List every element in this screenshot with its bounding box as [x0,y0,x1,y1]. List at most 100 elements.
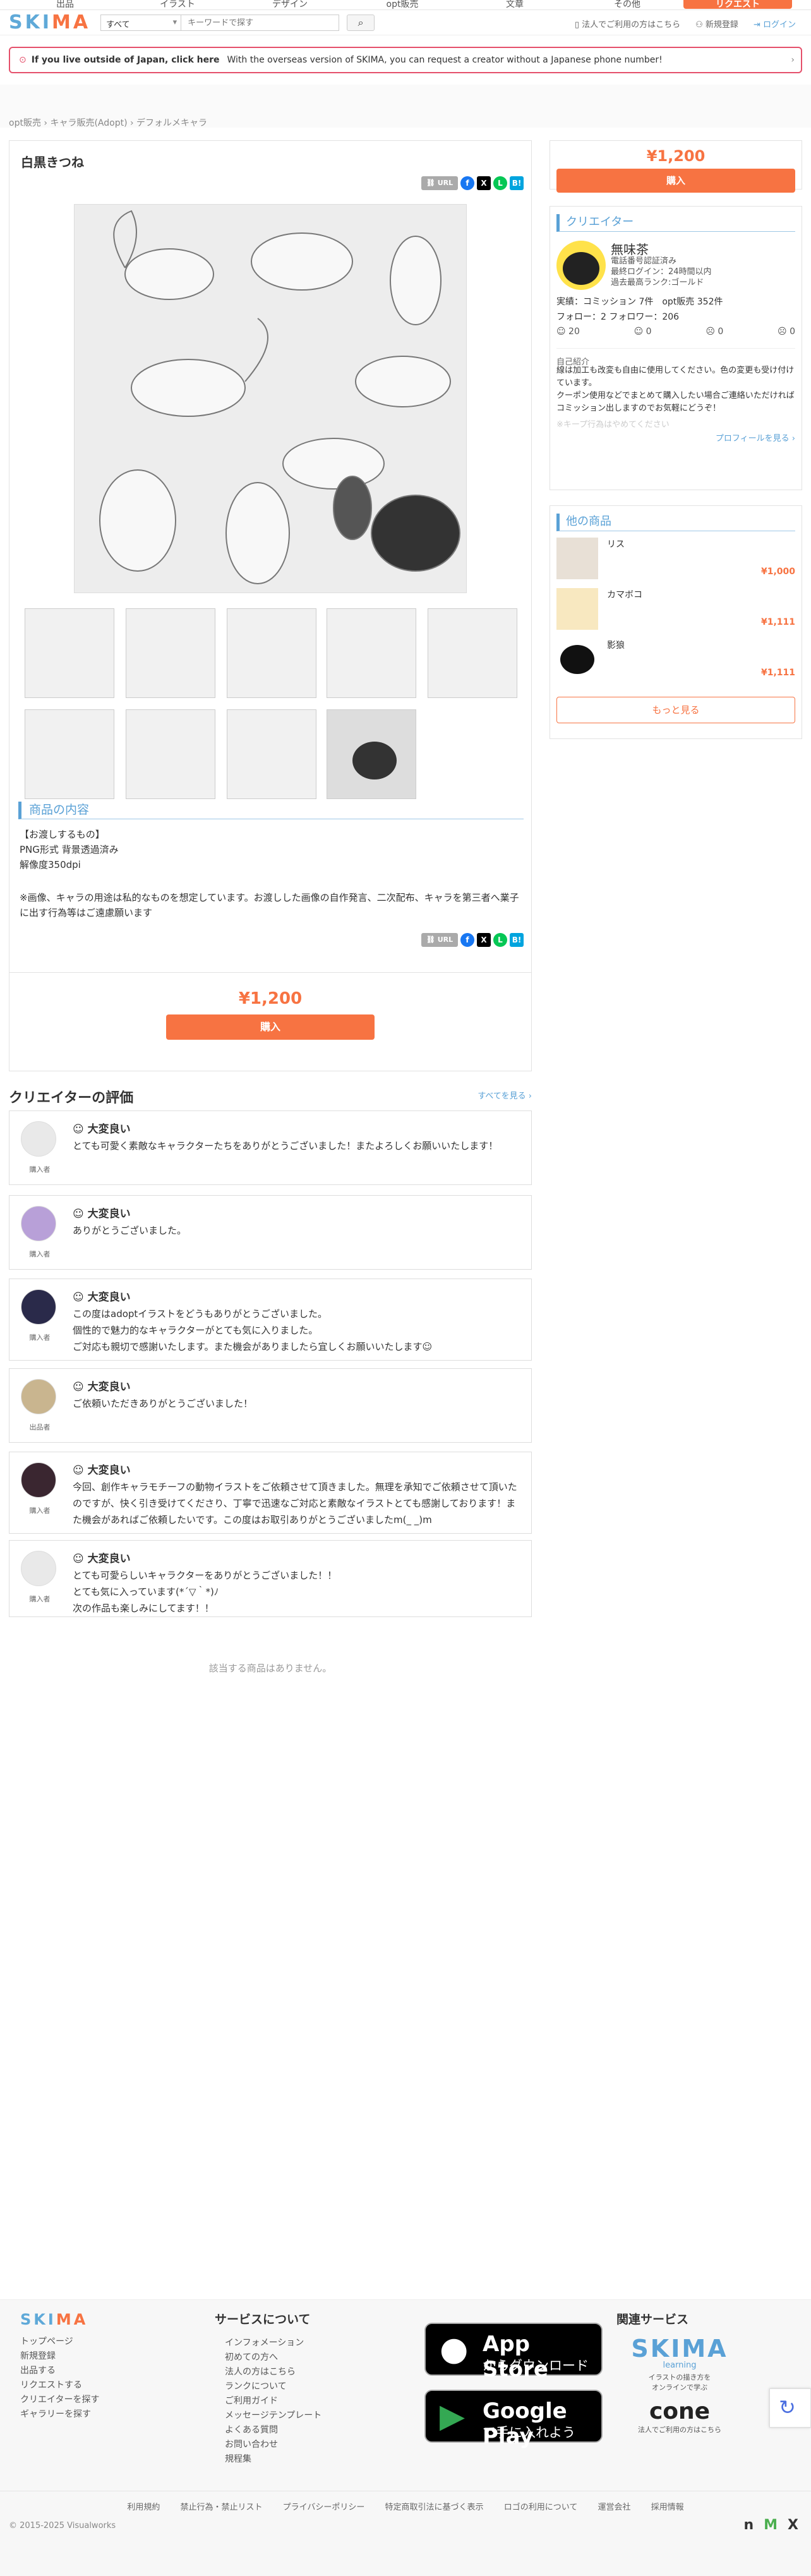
hatena-icon[interactable]: B! [510,176,524,190]
learning-sub: learning [663,2361,697,2370]
nav-item[interactable]: その他 [571,0,683,9]
search-button[interactable]: ⌕ [347,14,375,31]
product-thumbnail [556,588,598,630]
thumbnail[interactable] [126,709,215,799]
reviewer-role: 購入者 [29,1507,51,1515]
login-link[interactable]: ⇥ ログイン [754,18,796,30]
app-store-sub: からダウンロード [483,2358,589,2373]
request-button[interactable]: リクエスト [683,0,792,9]
thumbnail[interactable] [428,608,517,698]
thumbnail[interactable] [126,608,215,698]
thumbnail[interactable] [227,608,316,698]
url-copy-button[interactable]: ⛓ URL [421,933,458,947]
nav-item[interactable]: opt販売 [346,0,459,9]
corporate-link[interactable]: ▯ 法人でご利用の方はこちら [575,18,680,30]
breadcrumb-item[interactable]: キャラ販売(Adopt) [50,118,127,128]
breadcrumb-item[interactable]: opt販売 [9,118,41,128]
more-button[interactable]: もっと見る [556,697,795,723]
overseas-banner[interactable]: ⊙ If you live outside of Japan, click he… [9,47,802,73]
footer-logo[interactable]: SKIMA [20,2312,99,2327]
reviewer-role: 出品者 [29,1423,51,1431]
breadcrumb-item[interactable]: デフォルメキャラ [136,118,207,128]
profile-link[interactable]: プロフィールを見る › [716,431,795,443]
footer-link[interactable]: 利用規約 [127,2503,160,2512]
product-item[interactable]: 影狼 ¥1,111 [556,639,795,683]
footer-link[interactable]: 新規登録 [20,2349,99,2364]
play-icon: ▶ [440,2397,465,2435]
footer-link[interactable]: 禁止行為・禁止リスト [181,2503,263,2512]
reviewer-role: 購入者 [29,1165,51,1174]
x-icon[interactable]: X [477,176,491,190]
footer-link[interactable]: ロゴの利用について [504,2503,578,2512]
creator-avatar[interactable] [556,241,606,290]
banner-link[interactable]: If you live outside of Japan, click here [32,55,220,65]
recaptcha-badge[interactable]: ↻ [769,2388,811,2428]
register-link[interactable]: ⚇ 新規登録 [695,18,738,30]
facebook-icon[interactable]: f [460,933,474,947]
footer-link[interactable]: インフォメーション [225,2336,321,2350]
footer-link[interactable]: ギャラリーを探す [20,2407,99,2422]
google-play-button[interactable]: ▶ Google Play で手に入れよう [424,2390,603,2449]
footer-link[interactable]: お問い合わせ [225,2438,321,2452]
footer-link[interactable]: プライバシーポリシー [283,2503,365,2512]
review-text: とても可愛らしいキャラクターをありがとうございました！！ とても気に入っています… [73,1570,337,1614]
thumbnail[interactable] [25,709,114,799]
search-input[interactable] [181,14,340,31]
product-name: 影狼 [607,641,625,651]
reaction-counts: ☺ 20 ☺ 0 ☹ 0 ☹ 0 [556,327,795,337]
hatena-icon[interactable]: B! [510,933,524,947]
line-icon[interactable]: L [493,933,507,947]
footer-link[interactable]: よくある質問 [225,2423,321,2438]
x-icon[interactable]: X [477,933,491,947]
review-card: 購入者 ☺ 大変良い 今回、創作キャラモチーフの動物イラストをご依頼させて頂きま… [9,1452,532,1534]
category-select[interactable]: すべて [100,14,182,31]
facebook-icon[interactable]: f [460,176,474,190]
product-price: ¥1,111 [760,617,795,627]
thumbnail[interactable] [327,608,416,698]
product-price: ¥1,000 [760,567,795,577]
footer-link[interactable]: トップページ [20,2335,99,2349]
creator-name[interactable]: 無味茶 [611,239,649,258]
footer-col-service: サービスについて インフォメーション 初めての方へ 法人の方はこちら ランクにつ… [215,2313,321,2467]
nav-item[interactable]: 出品 [9,0,121,9]
skima-logo[interactable]: SKIMA [9,11,90,33]
sidebar-buy-button[interactable]: 購入 [556,169,795,193]
avatar [21,1206,56,1241]
main-image[interactable] [74,204,467,593]
footer-link[interactable]: クリエイターを探す [20,2393,99,2407]
buy-button[interactable]: 購入 [166,1014,375,1040]
line-icon[interactable]: L [493,176,507,190]
thumbnail[interactable] [227,709,316,799]
footer-link[interactable]: ランクについて [225,2380,321,2394]
product-item[interactable]: リス ¥1,000 [556,538,795,582]
footer-link[interactable]: 出品する [20,2364,99,2378]
footer-link[interactable]: 規程集 [225,2452,321,2467]
product-item[interactable]: カマボコ ¥1,111 [556,588,795,632]
note-icon[interactable]: n [743,2517,754,2533]
url-copy-button[interactable]: ⛓ URL [421,176,458,190]
footer-link[interactable]: 特定商取引法に基づく表示 [385,2503,484,2512]
footer-link[interactable]: リクエストする [20,2378,99,2393]
mastodon-icon[interactable]: M [764,2517,778,2533]
app-store-button[interactable]: ● App Store からダウンロード [424,2323,603,2382]
footer-link[interactable]: 採用情報 [651,2503,684,2512]
nav-item[interactable]: 文章 [459,0,571,9]
cone-logo[interactable]: cone [616,2398,743,2426]
cone-desc: 法人でご利用の方はこちら [638,2426,721,2434]
footer-col-main: SKIMA トップページ 新規登録 出品する リクエストする クリエイターを探す… [20,2312,99,2422]
nav-item[interactable]: イラスト [121,0,234,9]
footer-link[interactable]: 法人の方はこちら [225,2365,321,2380]
thumbnail[interactable] [327,709,416,799]
footer-link[interactable]: 初めての方へ [225,2350,321,2365]
nav-item[interactable]: デザイン [234,0,346,9]
footer-link[interactable]: ご利用ガイド [225,2394,321,2409]
thumbnail[interactable] [25,608,114,698]
footer-link[interactable]: 運営会社 [598,2503,630,2512]
learning-logo[interactable]: SKIMA [616,2336,743,2361]
review-card: 購入者 ☺ 大変良い とても可愛く素敵なキャラクターたちをありがとうございました… [9,1110,532,1185]
x-icon[interactable]: X [788,2517,798,2533]
footer-link[interactable]: メッセージテンプレート [225,2409,321,2423]
avatar [21,1121,56,1157]
review-card: 出品者 ☺ 大変良い ご依頼いただきありがとうございました！ [9,1368,532,1443]
see-all-link[interactable]: すべてを見る › [478,1089,532,1101]
